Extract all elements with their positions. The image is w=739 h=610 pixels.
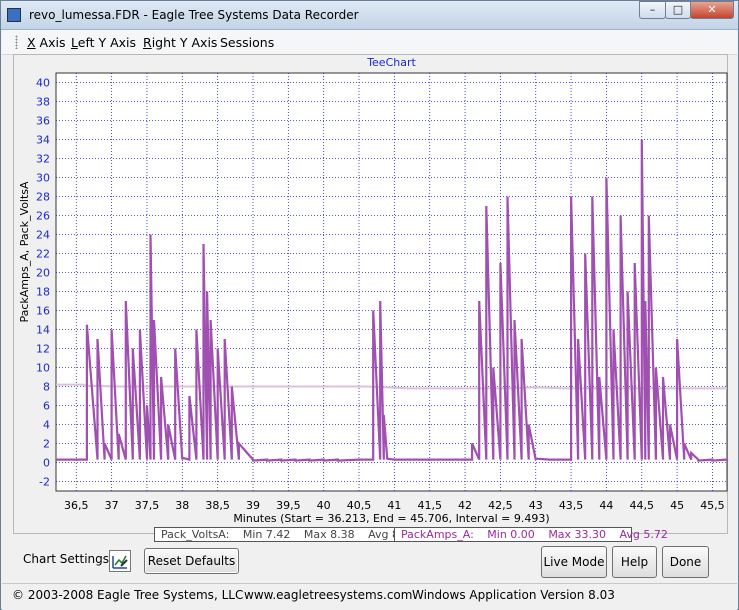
y-tick-label: 8: [43, 381, 50, 394]
x-tick-label: 39: [246, 499, 260, 512]
y-tick-label: 0: [43, 457, 50, 470]
x-tick-label: 41,5: [417, 499, 442, 512]
minimize-button[interactable]: –: [639, 1, 666, 19]
x-tick-label: 37,5: [135, 499, 160, 512]
x-tick-label: 42,5: [488, 499, 513, 512]
y-tick-label: 30: [36, 172, 50, 185]
y-tick-label: 18: [36, 286, 50, 299]
x-tick-label: 42: [458, 499, 472, 512]
x-tick-label: 43,5: [559, 499, 584, 512]
y-tick-label: 28: [36, 191, 50, 204]
legend-amps-avg: Avg 5.72: [619, 528, 668, 541]
menu-grip-icon: [15, 35, 18, 49]
y-tick-label: 36: [36, 115, 50, 128]
status-bar: © 2003-2008 Eagle Tree Systems, LLC www.…: [2, 583, 737, 610]
y-tick-label: 16: [36, 305, 50, 318]
legend-volts: Pack_VoltsA: Min 7.42 Max 8.38 Avg 8.07: [154, 527, 416, 542]
x-tick-label: 40,5: [347, 499, 372, 512]
y-tick-label: 22: [36, 248, 50, 261]
chart-panel[interactable]: TeeChart -2 0 2 4 6 8 10 12 14 16 18 20 22 24 26 28 30 32 3…: [13, 54, 729, 535]
title-bar[interactable]: revo_lumessa.FDR - Eagle Tree Systems Da…: [1, 1, 738, 30]
help-button[interactable]: Help: [612, 546, 657, 578]
chart-settings-label: Chart Settings:: [23, 552, 114, 566]
y-tick-label: 24: [36, 229, 50, 242]
y-tick-label: 14: [36, 324, 50, 337]
x-tick-label: 37: [105, 499, 119, 512]
status-version: Windows Application Version 8.03: [412, 588, 615, 602]
y-tick-label: 2: [43, 438, 50, 451]
y-tick-label: 32: [36, 153, 50, 166]
legend-amps-min: Min 0.00: [487, 528, 535, 541]
x-tick-label: 38,5: [205, 499, 230, 512]
y-tick-label: -2: [39, 476, 50, 489]
y-tick-label: 4: [43, 419, 50, 432]
x-tick-label: 41: [387, 499, 401, 512]
done-button[interactable]: Done: [662, 546, 709, 578]
live-mode-button[interactable]: Live Mode: [541, 546, 607, 578]
menu-sessions[interactable]: Sessions: [220, 35, 274, 50]
y-tick-label: 10: [36, 362, 50, 375]
x-tick-label: 44: [599, 499, 613, 512]
legend-amps: PackAmps_A: Min 0.00 Max 33.30 Avg 5.72: [394, 527, 668, 542]
legend-volts-max: Max 8.38: [303, 528, 355, 541]
chart-svg[interactable]: TeeChart-2024681012141618202224262830323…: [14, 55, 729, 535]
x-tick-label: 40: [317, 499, 331, 512]
status-copyright: © 2003-2008 Eagle Tree Systems, LLC: [12, 588, 244, 602]
app-window: revo_lumessa.FDR - Eagle Tree Systems Da…: [0, 0, 739, 610]
y-axis-label: PackAmps_A, Pack_VoltsA: [18, 181, 31, 323]
x-tick-label: 39,5: [276, 499, 301, 512]
menu-bar: X Axis Left Y Axis Right Y Axis Sessions: [2, 30, 737, 55]
y-tick-label: 20: [36, 267, 50, 280]
maximize-button[interactable]: □: [665, 1, 691, 19]
y-tick-label: 38: [36, 96, 50, 109]
reset-defaults-button[interactable]: Reset Defaults: [144, 548, 239, 574]
x-tick-label: 44,5: [630, 499, 655, 512]
close-button[interactable]: ✕: [690, 1, 734, 19]
y-tick-label: 40: [36, 77, 50, 90]
y-tick-label: 26: [36, 210, 50, 223]
y-tick-label: 6: [43, 400, 50, 413]
y-tick-label: 34: [36, 134, 50, 147]
x-tick-label: 36,5: [64, 499, 89, 512]
legend-volts-min: Min 7.42: [242, 528, 291, 541]
window-title: revo_lumessa.FDR - Eagle Tree Systems Da…: [29, 8, 359, 22]
y-tick-label: 12: [36, 343, 50, 356]
menu-right-y-axis[interactable]: Right Y Axis: [143, 35, 217, 50]
x-tick-label: 45,5: [700, 499, 725, 512]
chart-edit-icon[interactable]: [109, 550, 131, 572]
legend-volts-name: Pack_VoltsA:: [161, 528, 230, 541]
menu-x-axis[interactable]: X Axis: [27, 35, 66, 50]
x-tick-label: 43: [529, 499, 543, 512]
chart-title: TeeChart: [366, 56, 416, 69]
legend-amps-name: PackAmps_A:: [401, 528, 474, 541]
x-tick-label: 45: [670, 499, 684, 512]
status-url: www.eagletreesystems.com: [244, 588, 413, 602]
app-icon: [7, 8, 21, 22]
menu-left-y-axis[interactable]: Left Y Axis: [71, 35, 136, 50]
x-axis-label: Minutes (Start = 36.213, End = 45.706, I…: [233, 512, 549, 525]
x-tick-label: 38: [175, 499, 189, 512]
legend-amps-max: Max 33.30: [548, 528, 607, 541]
